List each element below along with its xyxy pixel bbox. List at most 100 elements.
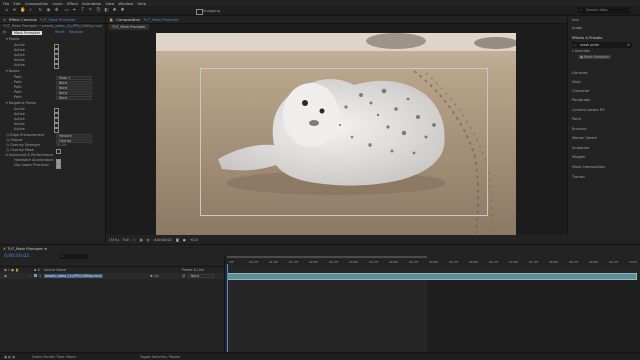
path-dropdown[interactable]: None [56,90,92,95]
resolution-dropdown[interactable]: Full [123,238,129,242]
menu-animation[interactable]: Animation [82,1,101,6]
puppet-tool-icon[interactable]: ✱ [120,8,125,13]
effect-controls-tab[interactable]: ✕ Effect Controls TUT_Mask Prompter [0,16,105,24]
composition-viewer[interactable] [156,33,516,235]
transparency-grid-icon[interactable]: ▦ [140,238,143,242]
hand-tool-icon[interactable]: ✋ [20,8,26,13]
audio-panel-tab[interactable]: Audio [572,26,582,30]
current-time-indicator[interactable] [227,264,228,353]
composition-tab[interactable]: 🔒 Composition TUT_Mask Prompter [106,16,567,24]
path-dropdown[interactable]: None [56,95,92,100]
lock-icon[interactable]: 🔒 [109,18,113,22]
edge-enhancement-dropdown[interactable]: Medium [56,133,92,138]
brushes-panel-tab[interactable]: Brushes [572,127,586,131]
expand-layer-chevron-icon[interactable]: › [30,274,31,278]
type-tool-icon[interactable]: T [80,8,85,13]
wiggler-panel-tab[interactable]: Wiggler [572,155,586,159]
aescripts-folder[interactable]: ▾ Aescripts [572,49,590,53]
menu-help[interactable]: Help [137,1,146,6]
visibility-eye-icon[interactable]: ◉ [4,274,7,278]
register-link[interactable]: Register [69,30,83,35]
menu-composition[interactable]: Composition [25,1,49,6]
points-group-header[interactable]: ▾ Points [6,37,19,42]
effects-presets-header[interactable]: Effects & Presets [572,36,602,40]
stopwatch-icon[interactable]: ◷ [6,133,9,137]
rotate-tool-icon[interactable]: ↻ [38,8,43,13]
exposure-value[interactable]: +0.0 [190,238,198,242]
menu-view[interactable]: View [105,1,114,6]
lower-precision-checkbox[interactable] [56,164,61,169]
composition-subtab[interactable]: TUT_Mask Prompter [109,24,149,30]
menu-window[interactable]: Window [118,1,133,6]
toggle-switches-modes[interactable]: Toggle Switches / Modes [140,355,180,359]
paint-panel-tab[interactable]: Paint [572,117,581,121]
reset-link[interactable]: Reset [55,30,65,35]
character-panel-tab[interactable]: Character [572,89,590,93]
layer-duration-bar[interactable] [227,273,637,280]
time-ruler[interactable]: 00f 00:15f 01:00f 01:15f 02:00f 02:15f 03:00f 0… [225,254,639,266]
layer-label-color[interactable] [34,274,37,277]
timeline-tab[interactable]: ✕ TUT_Mask Prompter ≡ [3,246,47,252]
panel-menu-icon[interactable]: ≡ [44,247,47,251]
parent-dropdown[interactable]: None [188,273,214,278]
status-icons[interactable]: ▣ ◐ ▤ [4,355,15,359]
pen-tool-icon[interactable]: ✒ [72,8,77,13]
path-dropdown[interactable]: None [56,85,92,90]
mask-visibility-icon[interactable]: ◍ [147,238,150,242]
active-checkbox[interactable] [54,64,59,69]
eraser-tool-icon[interactable]: ◧ [104,8,109,13]
layer-switches-icons[interactable]: ✱ ⁄ ƒx [150,274,159,278]
zoom-tool-icon[interactable]: ⌕ [28,8,33,13]
rectangle-tool-icon[interactable]: ▭ [64,8,69,13]
search-help-input[interactable]: ⌕ Search Help [578,7,630,14]
close-icon[interactable]: ✕ [3,247,6,251]
paragraph-panel-tab[interactable]: Paragraph [572,98,590,102]
region-of-interest-icon[interactable]: ▢ [133,238,136,242]
source-name-header[interactable]: Source Name [44,268,66,272]
motion-sketch-panel-tab[interactable]: Motion Sketch [572,136,597,140]
magnification-dropdown[interactable]: (74%) [109,238,119,242]
snapping-checkbox[interactable] [196,8,203,15]
brush-tool-icon[interactable]: ✎ [88,8,93,13]
home-icon[interactable]: ⌂ [4,8,9,13]
selection-tool-icon[interactable]: ➤ [12,8,17,13]
camera-tool-icon[interactable]: ◉ [46,8,51,13]
effects-search-input[interactable]: ⌕ mask prom ✕ [572,42,632,48]
align-panel-tab[interactable]: Align [572,80,581,84]
show-channel-icon[interactable]: ● [183,238,186,242]
tracker-panel-tab[interactable]: Tracker [572,175,585,179]
stopwatch-icon[interactable]: ◷ [6,138,9,142]
menu-edit[interactable]: Edit [13,1,20,6]
mask-bounding-box[interactable] [200,68,488,216]
path-dropdown[interactable]: None [56,80,92,85]
pickwhip-icon[interactable]: @ [182,274,185,278]
timeline-search-input[interactable]: ⌕ [60,254,88,259]
clear-icon[interactable]: ✕ [627,43,630,47]
pan-behind-tool-icon[interactable]: ✥ [54,8,59,13]
overlay-mask-checkbox[interactable] [56,149,61,154]
libraries-panel-tab[interactable]: Libraries [572,71,588,75]
layer-row[interactable]: ◉ › 1 pexels_video_(1)(IPP)(1080p).mp4 ✱… [0,273,224,279]
negative-points-group-header[interactable]: ▾ Negative Points [6,101,36,106]
output-dropdown[interactable]: Overlay [56,138,92,143]
content-aware-fill-panel-tab[interactable]: Content-Aware Fill [572,108,605,112]
stopwatch-icon[interactable]: ◷ [6,143,9,147]
mask-interpolation-panel-tab[interactable]: Mask Interpolation [572,165,605,169]
menu-file[interactable]: File [3,1,9,6]
menu-layer[interactable]: Layer [52,1,63,6]
fx-icon[interactable]: ƒx [3,30,6,35]
menu-effect[interactable]: Effect [67,1,78,6]
timeline-graph-area[interactable]: 00f 00:15f 01:00f 01:15f 02:00f 02:15f 03:00f 0… [224,254,639,353]
stopwatch-icon[interactable]: ◷ [6,148,9,152]
layer-name[interactable]: pexels_video_(1)(IPP)(1080p).mp4 [44,273,103,278]
work-area-bar[interactable] [227,256,427,258]
path-dropdown[interactable]: Mask 1 [56,75,92,80]
info-panel-tab[interactable]: Info [572,18,579,22]
mask-prompter-effect-item[interactable]: ▣ Mask Prompter [578,55,611,59]
boxes-group-header[interactable]: ▾ Boxes [6,69,19,74]
timeline-timecode[interactable]: 0;00;00;02 [4,254,29,259]
current-time-display[interactable]: 0;00;00;02 [154,238,172,242]
snapshot-icon[interactable]: ◙ [176,238,179,242]
close-icon[interactable]: ✕ [3,18,6,22]
clone-stamp-tool-icon[interactable]: ⎘ [96,8,101,13]
